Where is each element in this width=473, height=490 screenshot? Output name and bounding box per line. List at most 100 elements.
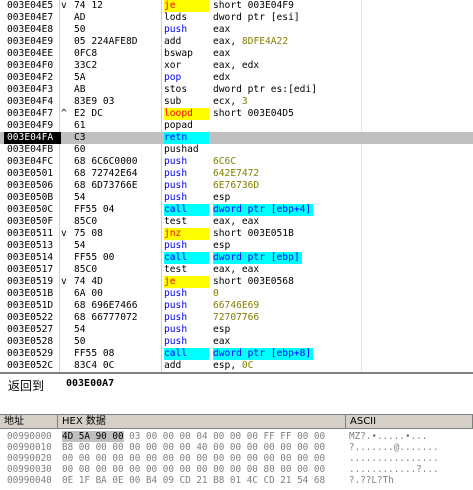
instruction-bytes: FF55 04 <box>74 204 115 215</box>
instruction-mnemonic: lods <box>164 12 188 23</box>
instruction-bytes: 75 08 <box>74 228 103 239</box>
jump-arrow-marker <box>61 240 71 252</box>
instruction-operands <box>213 144 468 156</box>
dump-row[interactable]: 00990030 00 00 00 00 00 00 00 00 00 00 00… <box>0 464 473 475</box>
disasm-row[interactable]: 003E052C 83C4 0C add esp, 0C <box>0 360 473 372</box>
column-header-ascii[interactable]: ASCII <box>346 415 473 429</box>
jump-arrow-marker <box>61 300 71 312</box>
disasm-row[interactable]: 003E050B 54 push esp <box>0 192 473 204</box>
disasm-row[interactable]: 003E04F9 61 popad <box>0 120 473 132</box>
disasm-row[interactable]: 003E04F7 ^ E2 DC loopd short 003E04D5 <box>0 108 473 120</box>
disasm-row[interactable]: 003E0528 50 push eax <box>0 336 473 348</box>
disasm-row[interactable]: 003E051D 68 696E7466 push 66746E69 <box>0 300 473 312</box>
disasm-row[interactable]: 003E050C FF55 04 call dword ptr [ebp+4] <box>0 204 473 216</box>
instruction-operands: 72707766 <box>213 312 260 323</box>
dump-row[interactable]: 00990020 00 00 00 00 00 00 00 00 00 00 00… <box>0 453 473 464</box>
jump-arrow-marker <box>61 48 71 60</box>
dump-row[interactable]: 00990010 B8 00 00 00 00 00 00 00 40 00 00… <box>0 442 473 453</box>
disasm-row[interactable]: 003E0511 v 75 08 jnz short 003E051B <box>0 228 473 240</box>
column-header-hex[interactable]: HEX 数据 <box>58 415 346 429</box>
disasm-row[interactable]: 003E04F0 33C2 xor eax, edx <box>0 60 473 72</box>
jump-arrow-marker: ^ <box>61 108 67 119</box>
jump-arrow-marker <box>61 204 71 216</box>
instruction-address: 003E04FA <box>4 132 61 144</box>
disasm-row[interactable]: 003E04EE 0FC8 bswap eax <box>0 48 473 60</box>
disasm-row[interactable]: 003E0513 54 push esp <box>0 240 473 252</box>
disasm-row[interactable]: 003E050F 85C0 test eax, eax <box>0 216 473 228</box>
instruction-mnemonic: push <box>164 288 188 299</box>
instruction-address: 003E051D <box>7 300 54 311</box>
instruction-address: 003E04F3 <box>7 84 54 95</box>
instruction-address: 003E04F2 <box>7 72 54 83</box>
jump-arrow-marker <box>61 84 71 96</box>
disasm-row[interactable]: 003E0527 54 push esp <box>0 324 473 336</box>
instruction-mnemonic: xor <box>164 60 182 71</box>
disasm-row[interactable]: 003E04E9 05 224AFE8D add eax, 8DFE4A22 <box>0 36 473 48</box>
disasm-row[interactable]: 003E04E8 50 push eax <box>0 24 473 36</box>
disasm-row[interactable]: 003E04F2 5A pop edx <box>0 72 473 84</box>
disasm-row[interactable]: 003E0519 v 74 4D je short 003E0568 <box>0 276 473 288</box>
instruction-mnemonic: push <box>164 156 188 167</box>
instruction-mnemonic: push <box>164 180 188 191</box>
instruction-mnemonic: je <box>164 0 209 12</box>
disassembly-pane[interactable]: 003E04E5 v 74 12 je short 003E04F9 003E04E7 AD… <box>0 0 473 372</box>
instruction-bytes: 60 <box>74 144 86 155</box>
dump-row[interactable]: 00990000 4D 5A 90 00 03 00 00 00 04 00 00… <box>0 431 473 442</box>
instruction-operands: dword ptr [ebp] <box>213 252 302 264</box>
disasm-row[interactable]: 003E04E5 v 74 12 je short 003E04F9 <box>0 0 473 12</box>
instruction-bytes: 68 6D73766E <box>74 180 138 191</box>
disasm-row[interactable]: 003E0529 FF55 08 call dword ptr [ebp+8] <box>0 348 473 360</box>
column-header-address[interactable]: 地址 <box>0 415 58 429</box>
instruction-operands: dword ptr [ebp+4] <box>213 204 314 216</box>
instruction-operands: edx <box>213 72 231 83</box>
instruction-address: 003E050B <box>7 192 54 203</box>
dump-address: 00990020 <box>7 453 52 464</box>
instruction-bytes: 74 12 <box>74 0 103 11</box>
dump-address: 00990030 <box>7 464 52 475</box>
instruction-operands: eax <box>213 24 231 35</box>
instruction-operands: esp <box>213 240 231 251</box>
instruction-address: 003E04F9 <box>7 120 54 131</box>
instruction-address: 003E0506 <box>7 180 54 191</box>
disasm-row[interactable]: 003E0517 85C0 test eax, eax <box>0 264 473 276</box>
disasm-row-selected[interactable]: 003E04FA C3 retn <box>0 132 473 144</box>
instruction-address: 003E04E7 <box>7 12 54 23</box>
dump-hex-bytes: 00 00 00 00 00 00 00 00 00 00 00 00 00 0… <box>62 453 326 464</box>
info-value: 003E00A7 <box>66 378 115 389</box>
disasm-row[interactable]: 003E0501 68 72742E64 push 642E7472 <box>0 168 473 180</box>
instruction-mnemonic: push <box>164 300 188 311</box>
dump-hex-bytes: 00 00 00 00 00 00 00 00 00 00 00 00 80 0… <box>62 464 326 475</box>
instruction-bytes: AB <box>74 84 86 95</box>
instruction-operands: eax, eax <box>213 264 260 275</box>
jump-arrow-marker <box>61 72 71 84</box>
disasm-row[interactable]: 003E051B 6A 00 push 0 <box>0 288 473 300</box>
instruction-bytes: AD <box>74 12 86 23</box>
instruction-address: 003E04E8 <box>7 24 54 35</box>
instruction-bytes: 74 4D <box>74 276 103 287</box>
instruction-bytes: 68 6C6C0000 <box>74 156 138 167</box>
disasm-row[interactable]: 003E0506 68 6D73766E push 6E76736D <box>0 180 473 192</box>
dump-row[interactable]: 00990040 0E 1F BA 0E 00 B4 09 CD 21 B8 01… <box>0 475 473 486</box>
instruction-address: 003E04FC <box>7 156 54 167</box>
disasm-row[interactable]: 003E0522 68 66777072 push 72707766 <box>0 312 473 324</box>
instruction-address: 003E050F <box>7 216 54 227</box>
disasm-row[interactable]: 003E04F3 AB stos dword ptr es:[edi] <box>0 84 473 96</box>
instruction-bytes: 54 <box>74 192 86 203</box>
instruction-mnemonic: retn <box>164 132 209 144</box>
instruction-bytes: 68 72742E64 <box>74 168 138 179</box>
disasm-row[interactable]: 003E04F4 83E9 03 sub ecx, 3 <box>0 96 473 108</box>
jump-arrow-marker <box>61 36 71 48</box>
instruction-operands: dword ptr [ebp+8] <box>213 348 314 360</box>
disasm-row[interactable]: 003E04E7 AD lods dword ptr [esi] <box>0 12 473 24</box>
disasm-row[interactable]: 003E04FB 60 pushad <box>0 144 473 156</box>
instruction-address: 003E050C <box>7 204 54 215</box>
hex-dump-pane[interactable]: 地址 HEX 数据 ASCII 00990000 4D 5A 90 00 03 0… <box>0 414 473 490</box>
instruction-operands: 6E76736D <box>213 180 260 191</box>
instruction-bytes: C3 <box>74 132 86 143</box>
instruction-address: 003E0513 <box>7 240 54 251</box>
dump-ascii: ................ <box>349 453 439 464</box>
instruction-address: 003E052C <box>7 360 54 371</box>
instruction-address: 003E0511 <box>7 228 54 239</box>
disasm-row[interactable]: 003E04FC 68 6C6C0000 push 6C6C <box>0 156 473 168</box>
disasm-row[interactable]: 003E0514 FF55 00 call dword ptr [ebp] <box>0 252 473 264</box>
